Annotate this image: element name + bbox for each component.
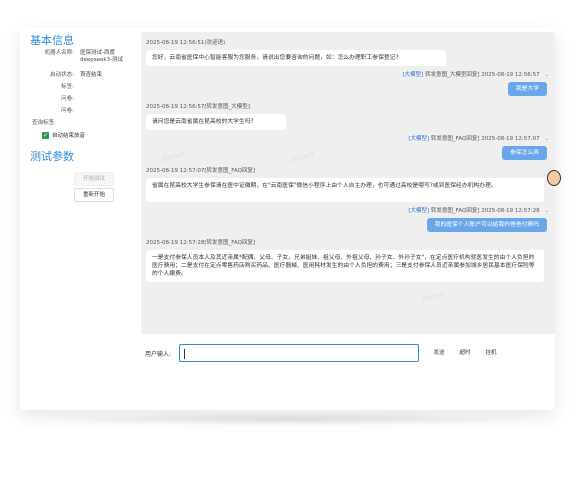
chat-panel[interactable]: 2025-08-19 12:56:51(欢迎语) 您好，云南省医保中心智能客服为… (141, 32, 555, 334)
basic-info-title: 基本信息 (30, 34, 74, 47)
hangup-button[interactable]: 挂机 (483, 347, 499, 359)
robot-name-label: 机器人名称: (44, 50, 74, 56)
message-timestamp: 2025-08-19 12:56:57[转发意图_大模型] (146, 104, 250, 110)
status-row: 启动状态: 首查结束 (30, 72, 142, 80)
flow-row: 问卷: (30, 108, 142, 116)
bot-message: 您好，云南省医保中心智能客服为您服务，请说出您要咨询的问题，如：怎么办理职工参保… (146, 50, 446, 66)
reply-meta: [大模型] 转发意图_FAQ回复] 2025-08-19 12:57:28 ⌄ (408, 206, 549, 214)
message-timestamp: 2025-08-19 12:57:07[转发意图_FAQ回复] (146, 168, 256, 174)
model-tag: [大模型] (408, 208, 430, 214)
chevron-down-icon[interactable]: ⌄ (544, 136, 549, 142)
check-icon: ✓ (42, 131, 49, 139)
question-row: 问卷: (30, 96, 142, 104)
query-row: 查询标签: (30, 120, 142, 128)
input-row: 用户输入: 发送 超时 挂机 (141, 344, 555, 364)
avatar (547, 170, 561, 186)
chevron-down-icon[interactable]: ⌄ (544, 208, 549, 214)
tag-label: 标签: (61, 84, 74, 90)
user-input-field[interactable] (179, 344, 419, 362)
auto-end-label: 自动结束放音 (52, 133, 86, 139)
question-label: 问卷: (61, 96, 74, 102)
model-tag: [大模型] (402, 72, 424, 78)
watermark: 测试水印 (290, 150, 316, 164)
user-message: 我是大学 (507, 82, 547, 96)
card-shadow (40, 412, 540, 426)
bot-message: 省属在昆高校大学生参保请在医中证缴期，在"云南医保"微信小程序上由个人自主办理，… (146, 178, 544, 202)
auto-end-checkbox[interactable]: ✓ 自动结束放音 (42, 131, 85, 139)
restart-button[interactable]: 重新开始 (74, 188, 114, 202)
chevron-down-icon[interactable]: ⌄ (544, 72, 549, 78)
timeout-button[interactable]: 超时 (457, 347, 473, 359)
send-button[interactable]: 发送 (431, 347, 447, 359)
message-timestamp: 2025-08-19 12:56:51(欢迎语) (146, 40, 226, 46)
reply-meta: [大模型] 转发意图_FAQ回复] 2025-08-19 12:57:07 ⌄ (408, 134, 549, 142)
reply-meta-text: 转发意图_大模型回复] 2025-08-19 12:56:57 (425, 72, 540, 78)
flow-label: 问卷: (61, 108, 74, 114)
user-message: 我的医保个人账户可以给我的爸爸付费吗 (426, 218, 547, 232)
message-timestamp: 2025-08-19 12:57:28[转发意图_FAQ回复] (146, 240, 256, 246)
bot-message: 一是支付参保人员本人及其近亲属*配偶、父母、子女、兄弟姐妹、祖父母、外祖父母、孙… (146, 250, 544, 282)
robot-name-row: 机器人名称: 医保测试-西度deepseek3-测试 (30, 50, 142, 66)
test-console-card: 基本信息 机器人名称: 医保测试-西度deepseek3-测试 启动状态: 首查… (20, 28, 555, 410)
tag-row: 标签: (30, 84, 142, 92)
reply-meta-text: 转发意图_FAQ回复] 2025-08-19 12:57:07 (430, 136, 540, 142)
status-value: 首查结束 (80, 72, 103, 78)
query-label: 查询标签: (32, 120, 56, 126)
robot-name-value: 医保测试-西度deepseek3-测试 (80, 50, 124, 63)
text-caret (184, 349, 185, 359)
model-tag: [大模型] (408, 136, 430, 142)
watermark: 测试水印 (160, 150, 186, 164)
test-params-title: 测试参数 (30, 150, 74, 163)
user-message: 参保怎么弄 (502, 146, 547, 160)
status-label: 启动状态: (50, 72, 74, 78)
sidebar: 基本信息 机器人名称: 医保测试-西度deepseek3-测试 启动状态: 首查… (20, 28, 140, 410)
watermark: 测试水印 (420, 290, 446, 304)
reply-meta: [大模型] 转发意图_大模型回复] 2025-08-19 12:56:57 ⌄ (403, 70, 549, 78)
user-input-label: 用户输入: (145, 351, 172, 358)
start-test-button[interactable]: 开始测试 (74, 172, 114, 186)
reply-meta-text: 转发意图_FAQ回复] 2025-08-19 12:57:28 (430, 208, 540, 214)
bot-message: 请问您是云南省属在昆高校的大学生吗? (146, 114, 286, 130)
